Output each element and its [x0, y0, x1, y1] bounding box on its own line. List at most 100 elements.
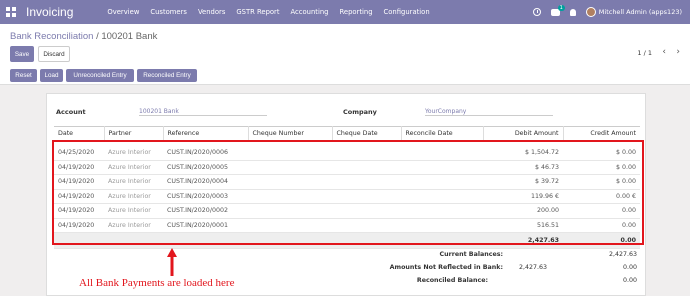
table-row[interactable]: 04/25/2020 Azure Interior CUST.IN/2020/0… — [54, 145, 640, 161]
cell-date: 04/25/2020 — [54, 145, 104, 161]
cell-cheque-number — [248, 189, 332, 204]
cell-partner: Azure Interior — [104, 203, 163, 219]
cell-partner: Azure Interior — [104, 160, 163, 175]
menu-customers[interactable]: Customers — [150, 8, 187, 16]
reconciled-balance-value: 0.00 — [622, 277, 637, 284]
table-row[interactable]: 04/19/2020 Azure Interior CUST.IN/2020/0… — [54, 203, 640, 219]
discard-button[interactable]: Discard — [38, 46, 70, 62]
menu-reporting[interactable]: Reporting — [339, 8, 372, 16]
cell-debit: 119.96 € — [483, 189, 563, 204]
user-menu[interactable]: Mitchell Admin (apps123) — [585, 7, 682, 17]
account-label: Account — [56, 108, 86, 116]
activity-clock-icon[interactable] — [532, 8, 541, 16]
total-debit: 2,427.63 — [483, 232, 563, 249]
cell-cheque-date — [332, 174, 401, 190]
reconciled-balance-label: Reconciled Balance: — [416, 277, 488, 284]
app-title[interactable]: Invoicing — [26, 5, 73, 19]
cell-cheque-date — [332, 160, 401, 175]
cell-credit: $ 0.00 — [563, 160, 640, 175]
cell-debit: $ 39.72 — [483, 174, 563, 190]
col-debit-amount[interactable]: Debit Amount — [483, 126, 564, 141]
cell-cheque-date — [332, 203, 401, 219]
cell-partner: Azure Interior — [104, 189, 163, 204]
cell-reference: CUST.IN/2020/0003 — [163, 189, 248, 204]
menu-accounting[interactable]: Accounting — [291, 8, 329, 16]
cell-date: 04/19/2020 — [54, 160, 104, 175]
col-reconcile-date[interactable]: Reconcile Date — [401, 126, 484, 141]
chat-icon[interactable]: 1 — [550, 4, 565, 16]
breadcrumb: Bank Reconciliation / 100201 Bank — [10, 31, 157, 42]
systray: 1 Mitchell Admin (apps123) — [532, 0, 682, 24]
menu-overview[interactable]: Overview — [107, 8, 139, 16]
cell-cheque-number — [248, 145, 332, 161]
cell-credit: $ 0.00 — [563, 174, 640, 190]
cell-partner: Azure Interior — [104, 174, 163, 190]
cell-reference: CUST.IN/2020/0006 — [163, 145, 248, 161]
cell-credit: 0.00 € — [563, 189, 640, 204]
table-row[interactable]: 04/19/2020 Azure Interior CUST.IN/2020/0… — [54, 218, 640, 233]
pager-value: 1 / 1 — [637, 49, 652, 57]
menu-gstr-report[interactable]: GSTR Report — [236, 8, 279, 16]
table-row[interactable]: 04/19/2020 Azure Interior CUST.IN/2020/0… — [54, 189, 640, 204]
total-spacer — [54, 232, 483, 249]
reconciled-entry-button[interactable]: Reconciled Entry — [137, 69, 197, 82]
cell-reconcile-date — [401, 145, 483, 161]
cell-debit: 516.51 — [483, 218, 563, 233]
pager-next-icon[interactable]: › — [676, 47, 680, 57]
cell-cheque-number — [248, 174, 332, 190]
menu-vendors[interactable]: Vendors — [198, 8, 225, 16]
cell-reconcile-date — [401, 189, 483, 204]
cell-cheque-date — [332, 145, 401, 161]
avatar — [585, 7, 596, 17]
breadcrumb-current: 100201 Bank — [101, 31, 158, 42]
menu-configuration[interactable]: Configuration — [384, 8, 430, 16]
table-row[interactable]: 04/19/2020 Azure Interior CUST.IN/2020/0… — [54, 160, 640, 175]
cell-cheque-number — [248, 218, 332, 233]
col-reference[interactable]: Reference — [163, 126, 249, 141]
table-header-row: Date Partner Reference Cheque Number Che… — [54, 126, 640, 141]
load-button[interactable]: Load — [40, 69, 63, 82]
col-cheque-date[interactable]: Cheque Date — [332, 126, 402, 141]
company-field[interactable]: YourCompany — [425, 108, 553, 116]
table-row[interactable]: 04/19/2020 Azure Interior CUST.IN/2020/0… — [54, 174, 640, 190]
cell-reference: CUST.IN/2020/0002 — [163, 203, 248, 219]
cell-cheque-number — [248, 203, 332, 219]
cell-credit: $ 0.00 — [563, 145, 640, 161]
cell-cheque-date — [332, 218, 401, 233]
annotation-arrow-icon — [167, 248, 177, 276]
pager-prev-icon[interactable]: ‹ — [662, 47, 666, 57]
account-field[interactable]: 100201 Bank — [139, 108, 267, 116]
col-credit-amount[interactable]: Credit Amount — [563, 126, 640, 141]
cell-date: 04/19/2020 — [54, 174, 104, 190]
cell-cheque-number — [248, 160, 332, 175]
save-button[interactable]: Save — [10, 46, 34, 62]
breadcrumb-parent[interactable]: Bank Reconciliation — [10, 31, 93, 42]
top-navbar: Invoicing Overview Customers Vendors GST… — [0, 0, 690, 24]
cell-debit: 200.00 — [483, 203, 563, 219]
bell-icon[interactable] — [569, 8, 576, 16]
chat-badge: 1 — [557, 4, 565, 11]
cell-credit: 0.00 — [563, 218, 640, 233]
unreconciled-entry-button[interactable]: Unreconciled Entry — [66, 69, 134, 82]
bank-lines-table: Date Partner Reference Cheque Number Che… — [54, 126, 640, 249]
total-credit: 0.00 — [563, 232, 640, 249]
col-partner[interactable]: Partner — [104, 126, 164, 141]
cell-reconcile-date — [401, 218, 483, 233]
cell-reference: CUST.IN/2020/0004 — [163, 174, 248, 190]
cell-reconcile-date — [401, 203, 483, 219]
form-sheet: Account 100201 Bank Company YourCompany … — [46, 93, 646, 296]
user-name: Mitchell Admin (apps123) — [598, 8, 682, 16]
current-balances-value: 2,427.63 — [608, 251, 637, 258]
cell-debit: $ 1,504.72 — [483, 145, 563, 161]
cell-partner: Azure Interior — [104, 218, 163, 233]
apps-menu-icon[interactable] — [6, 7, 16, 17]
cell-reference: CUST.IN/2020/0005 — [163, 160, 248, 175]
col-cheque-number[interactable]: Cheque Number — [248, 126, 333, 141]
cell-date: 04/19/2020 — [54, 189, 104, 204]
not-reflected-value: 0.00 — [622, 264, 637, 271]
col-date[interactable]: Date — [54, 126, 105, 141]
cell-date: 04/19/2020 — [54, 203, 104, 219]
current-balances-label: Current Balances: — [439, 251, 503, 258]
reset-button[interactable]: Reset — [10, 69, 37, 82]
not-reflected-label: Amounts Not Reflected in Bank: — [389, 264, 503, 271]
